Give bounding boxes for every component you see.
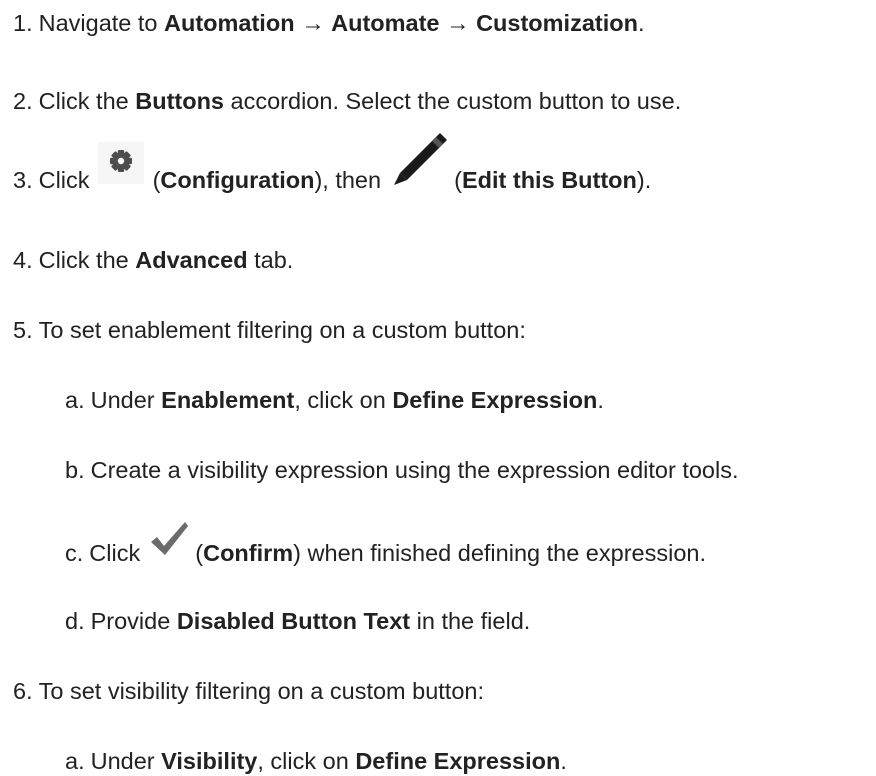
advanced-tab-label: Advanced	[135, 247, 248, 273]
step-text: ) when finished defining the expression.	[293, 540, 706, 566]
menu-automation: Automation	[164, 10, 295, 36]
edit-this-button-label: Edit this Button	[461, 167, 637, 193]
confirm-label: Confirm	[203, 540, 294, 566]
step-5: 5. To set enablement filtering on a cust…	[13, 315, 526, 345]
step-number: 2.	[13, 88, 33, 114]
substep-letter: a.	[65, 387, 85, 413]
step-text: To set visibility filtering on a custom …	[38, 678, 485, 704]
step-text-end: .	[637, 10, 645, 36]
step-number: 1.	[13, 10, 33, 36]
visibility-label: Visibility	[161, 748, 258, 774]
substep-5b: b. Create a visibility expression using …	[65, 455, 739, 485]
define-expression-label: Define Expression	[355, 748, 561, 774]
buttons-accordion-label: Buttons	[135, 88, 225, 114]
step-text: Under	[90, 387, 162, 413]
gear-icon	[98, 141, 145, 191]
substep-letter: d.	[65, 608, 85, 634]
step-text: .	[597, 387, 604, 413]
step-text: ).	[636, 167, 652, 193]
menu-automate: Automate	[331, 10, 440, 36]
step-4: 4. Click the Advanced tab.	[13, 245, 293, 275]
substep-6a: a. Under Visibility , click on Define Ex…	[65, 746, 567, 776]
step-3: 3. Click ( Configuration ), then (Edit …	[13, 132, 652, 195]
step-text: Click the	[38, 88, 136, 114]
step-text: , click on	[257, 748, 356, 774]
step-text: (	[146, 167, 161, 193]
step-text: ), then	[314, 167, 388, 193]
step-number: 6.	[13, 678, 33, 704]
step-text: , click on	[294, 387, 393, 413]
step-text: To set enablement filtering on a custom …	[38, 317, 526, 343]
step-text: Click	[38, 167, 97, 193]
disabled-button-text-label: Disabled Button Text	[176, 608, 411, 634]
step-text: Under	[90, 748, 162, 774]
substep-5d: d. Provide Disabled Button Text in the f…	[65, 606, 530, 636]
substep-letter: a.	[65, 748, 85, 774]
step-text: tab.	[247, 247, 294, 273]
step-1: 1. Navigate to Automation → Automate → C…	[13, 8, 644, 38]
step-text: (	[188, 540, 204, 566]
step-text: Create a visibility expression using the…	[90, 457, 739, 483]
step-text: .	[560, 748, 567, 774]
step-text: Provide	[90, 608, 177, 634]
step-number: 5.	[13, 317, 33, 343]
checkmark-icon	[149, 520, 189, 565]
arrow-separator: →	[439, 10, 477, 36]
step-text: Navigate to	[38, 10, 165, 36]
step-text: Click the	[38, 247, 136, 273]
configuration-label: Configuration	[160, 167, 315, 193]
define-expression-label: Define Expression	[392, 387, 598, 413]
step-text: in the field.	[410, 608, 531, 634]
step-text: (	[447, 167, 462, 193]
menu-customization: Customization	[476, 10, 638, 36]
enablement-label: Enablement	[161, 387, 295, 413]
substep-letter: b.	[65, 457, 85, 483]
step-6: 6. To set visibility filtering on a cust…	[13, 676, 484, 706]
pencil-icon	[390, 131, 448, 194]
step-2: 2. Click the Buttons accordion. Select t…	[13, 86, 681, 116]
step-text: accordion. Select the custom button to u…	[224, 88, 682, 114]
substep-5a: a. Under Enablement , click on Define Ex…	[65, 385, 604, 415]
step-number: 4.	[13, 247, 33, 273]
substep-letter: c.	[65, 540, 84, 566]
step-number: 3.	[13, 167, 33, 193]
substep-5c: c. Click ( Confirm ) when finished defin…	[65, 521, 706, 568]
step-text: Click	[89, 540, 147, 566]
arrow-separator: →	[294, 10, 332, 36]
